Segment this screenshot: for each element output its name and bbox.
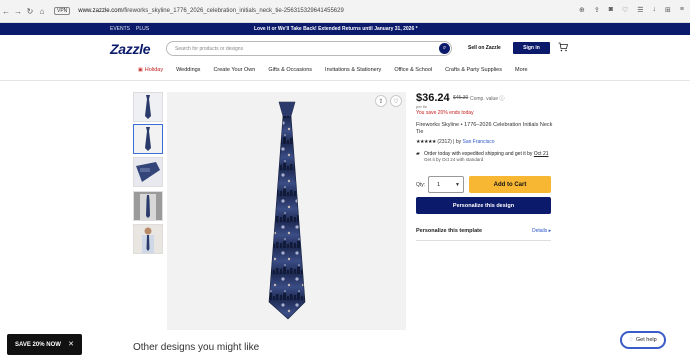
review-count[interactable]: (2312) xyxy=(437,139,451,145)
address-bar[interactable]: www.zazzle.com/fireworks_skyline_1776_20… xyxy=(78,8,344,14)
reload-icon[interactable]: ↻ xyxy=(24,7,36,16)
bookmarks-list-icon[interactable]: ☰ xyxy=(637,6,643,14)
thumbnail-tie-front[interactable] xyxy=(133,92,163,122)
savings-message: You save 20% ends today xyxy=(416,110,474,116)
tie-image xyxy=(268,101,306,320)
browser-tools: ⊕ ⇪ ◙ ♡ ☰ ↓ ⊞ ≡ xyxy=(579,6,684,14)
truck-icon: ▰ xyxy=(416,151,420,157)
url-path: /fireworks_skyline_1776_2026_celebration… xyxy=(122,8,344,14)
home-icon[interactable]: ⌂ xyxy=(36,7,48,16)
quantity-label: Qty: xyxy=(416,182,426,188)
nav-weddings[interactable]: Weddings xyxy=(176,67,200,73)
promo-message[interactable]: Love it or We'll Take Back! Extended Ret… xyxy=(254,26,418,32)
quantity-select[interactable]: 1 ▼ xyxy=(428,176,464,193)
sign-in-button[interactable]: Sign in xyxy=(513,42,550,54)
promo-bar: EVENTS PLUS Love it or We'll Take Back! … xyxy=(0,23,690,35)
original-price: $45.30 xyxy=(453,95,469,101)
nav-create-your-own[interactable]: Create Your Own xyxy=(213,67,255,73)
nav-holiday[interactable]: Holiday xyxy=(138,67,163,73)
thumbnail-tie-model[interactable] xyxy=(133,224,163,254)
per-unit-label: per tie xyxy=(416,104,428,109)
shipping-info: ▰ Order today with expedited shipping an… xyxy=(416,151,554,163)
search-input[interactable]: Search for products or designs ⌕ xyxy=(166,41,452,56)
share-page-icon[interactable]: ⇪ xyxy=(594,6,600,14)
download-icon[interactable]: ↓ xyxy=(653,6,657,14)
details-link[interactable]: Details ▸ xyxy=(532,228,551,234)
thumbnail-tie-selected[interactable] xyxy=(133,124,163,154)
nav-more[interactable]: More xyxy=(515,67,528,73)
extensions-icon[interactable]: ⊞ xyxy=(665,6,671,14)
url-host: www.zazzle.com xyxy=(78,8,123,14)
nav-gifts-occasions[interactable]: Gifts & Occasions xyxy=(268,67,312,73)
close-icon[interactable]: ✕ xyxy=(68,340,74,348)
seller-link[interactable]: San Francisco xyxy=(463,139,495,145)
comp-value-info[interactable]: Comp. value ⓘ xyxy=(470,95,504,102)
thumbnail-tie-shirt[interactable] xyxy=(133,191,163,221)
plus-link[interactable]: PLUS xyxy=(136,26,149,32)
bookmark-icon[interactable]: ♡ xyxy=(622,6,628,14)
personalize-template-heading: Personalize this template xyxy=(416,228,483,234)
chat-bubble-icon: ◌ xyxy=(629,337,633,343)
zazzle-logo[interactable]: Zazzle xyxy=(110,41,151,57)
save-banner-text: SAVE 20% NOW xyxy=(15,341,61,348)
vpn-badge[interactable]: VPN xyxy=(54,7,71,15)
menu-icon[interactable]: ≡ xyxy=(680,6,684,14)
main-product-image[interactable] xyxy=(167,92,406,330)
events-link[interactable]: EVENTS xyxy=(110,26,130,32)
other-designs-heading: Other designs you might like xyxy=(133,342,260,353)
save-20-banner[interactable]: SAVE 20% NOW ✕ xyxy=(7,334,82,355)
get-help-button[interactable]: ◌ Get help xyxy=(620,331,666,349)
zoom-icon[interactable]: ⊕ xyxy=(579,6,585,14)
search-placeholder: Search for products or designs xyxy=(175,45,244,52)
chevron-down-icon: ▼ xyxy=(455,182,460,188)
product-title: Fireworks Skyline • 1776–2026 Celebratio… xyxy=(416,122,553,135)
favorite-heart-icon[interactable]: ♡ xyxy=(390,95,402,107)
category-nav: Holiday Weddings Create Your Own Gifts &… xyxy=(138,67,528,73)
nav-crafts-party[interactable]: Crafts & Party Supplies xyxy=(445,67,502,73)
personalize-design-button[interactable]: Personalize this design xyxy=(416,197,551,214)
product-price: $36.24 xyxy=(416,92,450,104)
cart-icon[interactable] xyxy=(558,42,568,52)
nav-office-school[interactable]: Office & School xyxy=(394,67,432,73)
quantity-value: 1 xyxy=(437,181,441,188)
get-help-label: Get help xyxy=(635,337,657,343)
thumbnail-tie-closeup[interactable] xyxy=(133,157,163,187)
ship-date-link[interactable]: Oct 21 xyxy=(534,151,549,157)
sell-on-zazzle-link[interactable]: Sell on Zazzle xyxy=(468,45,501,51)
add-to-cart-button[interactable]: Add to Cart xyxy=(469,176,551,193)
browser-toolbar: ← → ↻ ⌂ VPN www.zazzle.com/fireworks_sky… xyxy=(0,0,690,23)
camera-icon[interactable]: ◙ xyxy=(609,6,613,14)
rating-row: ★★★★★ (2312) | by San Francisco xyxy=(416,139,494,145)
back-icon[interactable]: ← xyxy=(0,7,12,16)
section-divider xyxy=(416,240,551,241)
ship-standard-text: Get it by Oct 24 with standard xyxy=(424,157,484,162)
forward-icon[interactable]: → xyxy=(12,7,24,16)
by-label: | by xyxy=(451,139,463,145)
star-rating-icon[interactable]: ★★★★★ xyxy=(416,139,436,145)
nav-invitations-stationery[interactable]: Invitations & Stationery xyxy=(325,67,381,73)
nav-divider xyxy=(0,80,690,81)
share-icon[interactable]: ⇪ xyxy=(375,95,387,107)
search-icon[interactable]: ⌕ xyxy=(439,43,450,54)
